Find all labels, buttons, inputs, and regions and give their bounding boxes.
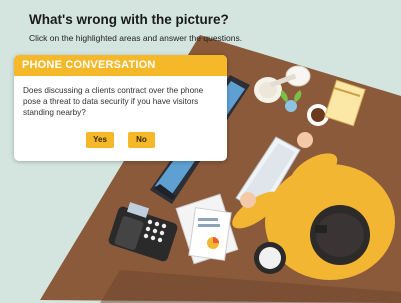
yes-button[interactable]: Yes	[86, 132, 114, 148]
page-title: What's wrong with the picture?	[29, 12, 229, 27]
no-button[interactable]: No	[128, 132, 155, 148]
question-dialog: PHONE CONVERSATION Does discussing a cli…	[14, 55, 227, 161]
question-text: Does discussing a clients contract over …	[23, 86, 204, 117]
waste-bin-icon	[254, 242, 286, 274]
dialog-title: PHONE CONVERSATION	[14, 55, 227, 76]
instructions-text: Click on the highlighted areas and answe…	[29, 33, 243, 43]
